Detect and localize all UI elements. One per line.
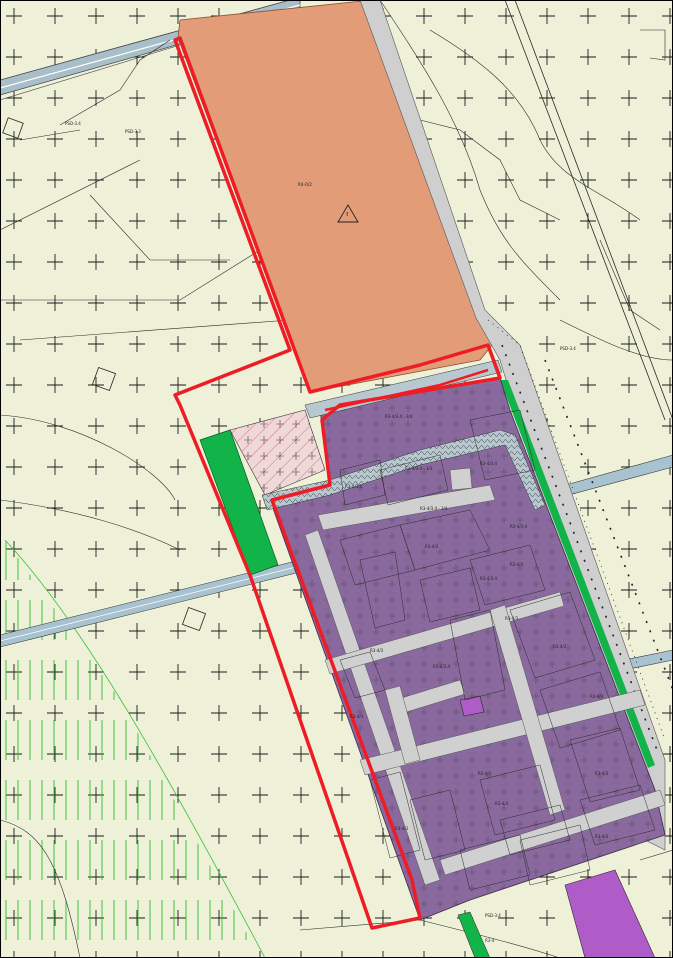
label-top-left-1: PSD-3.4 bbox=[65, 121, 81, 126]
zoning-map: R4-O/2 ! PSD-3.4 PSD-3.3 PSD-3.4 PSD-3.4… bbox=[0, 0, 673, 958]
svg-text:R3-4/3: R3-4/3 bbox=[595, 834, 609, 839]
svg-text:R3-4/3.4: R3-4/3.4 bbox=[345, 484, 362, 489]
svg-text:R3-4/3.4 - 3/4: R3-4/3.4 - 3/4 bbox=[420, 506, 448, 511]
magenta-small-block bbox=[459, 695, 485, 717]
label-bottom-green: R3-4 bbox=[485, 938, 495, 943]
svg-text:R3-4/3: R3-4/3 bbox=[590, 694, 604, 699]
svg-text:R3-4/3.4: R3-4/3.4 bbox=[433, 664, 450, 669]
label-orange-zone: R4-O/2 bbox=[298, 182, 312, 187]
svg-text:R3-4/3.4: R3-4/3.4 bbox=[480, 461, 497, 466]
svg-text:R3-4/3: R3-4/3 bbox=[595, 771, 609, 776]
svg-text:R3-4/3: R3-4/3 bbox=[395, 826, 409, 831]
label-right-top: PSD-3.4 bbox=[560, 346, 576, 351]
svg-text:R3-4/3: R3-4/3 bbox=[350, 714, 364, 719]
svg-text:R3-4/3: R3-4/3 bbox=[510, 562, 524, 567]
svg-text:!: ! bbox=[346, 212, 348, 218]
svg-text:R3-4/3.4 - 3/3: R3-4/3.4 - 3/3 bbox=[405, 466, 433, 471]
svg-text:R3-4/3.4 - 3/4: R3-4/3.4 - 3/4 bbox=[385, 414, 413, 419]
label-bottom-mid: PSD-3.4 bbox=[485, 913, 501, 918]
svg-text:R3-4/3: R3-4/3 bbox=[495, 801, 509, 806]
svg-text:R3-4/3: R3-4/3 bbox=[505, 616, 519, 621]
svg-text:R3-4/3.4: R3-4/3.4 bbox=[480, 576, 497, 581]
svg-text:R3-4/3: R3-4/3 bbox=[478, 771, 492, 776]
svg-text:R3-4/3: R3-4/3 bbox=[425, 544, 439, 549]
svg-text:R3-4/3.4: R3-4/3.4 bbox=[510, 524, 527, 529]
svg-text:R3-4/3: R3-4/3 bbox=[553, 644, 567, 649]
label-top-left-2: PSD-3.3 bbox=[125, 129, 141, 134]
svg-text:R3-4/3: R3-4/3 bbox=[370, 648, 384, 653]
